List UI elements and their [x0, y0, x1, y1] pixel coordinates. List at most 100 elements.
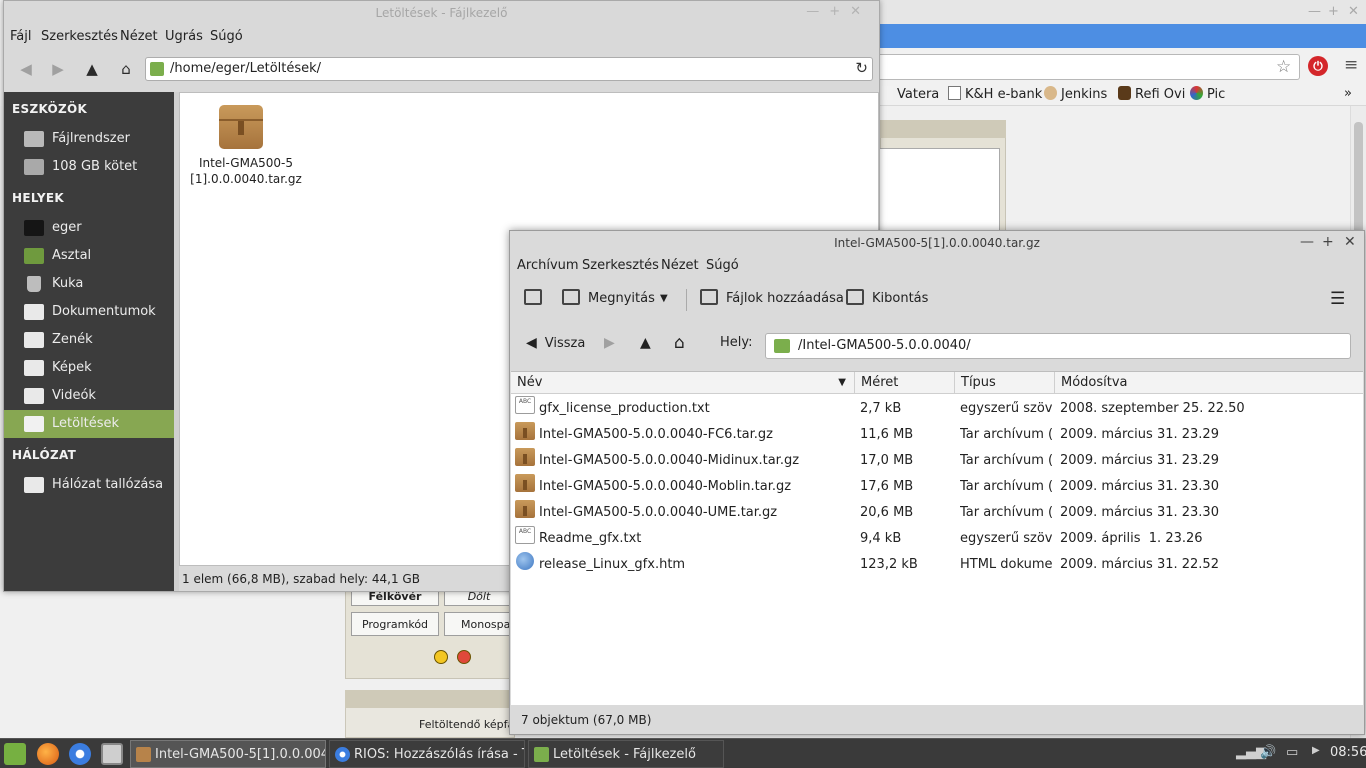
table-row[interactable]: release_Linux_gfx.htm 123,2 kB HTML doku… — [511, 552, 1363, 578]
menu-go[interactable]: Ugrás — [165, 29, 203, 44]
browser-scroll-thumb[interactable] — [1354, 122, 1363, 242]
archive-location-field[interactable]: /Intel-GMA500-5.0.0.0040/ — [765, 333, 1351, 359]
angry-smiley-icon[interactable] — [457, 650, 471, 664]
column-header-size[interactable]: Méret — [855, 372, 955, 394]
add-files-button[interactable]: Fájlok hozzáadása — [700, 286, 844, 312]
archive-file-icon — [515, 448, 535, 466]
clock[interactable]: 08:56 — [1330, 745, 1366, 760]
menu-help[interactable]: Súgó — [210, 29, 243, 44]
taskbar-window-archive[interactable]: Intel-GMA500-5[1].0.0.0040.... — [130, 740, 326, 768]
terminal-icon[interactable] — [101, 743, 123, 765]
archive-manager-window: Intel-GMA500-5[1].0.0.0040.tar.gz — + ✕ … — [509, 230, 1365, 735]
bookmark-vatera[interactable]: Vatera — [880, 86, 939, 102]
network-folder-icon — [24, 477, 44, 493]
table-row[interactable]: ABC Readme_gfx.txt 9,4 kB egyszerű szöv…… — [511, 526, 1363, 552]
close-icon[interactable]: ✕ — [1344, 234, 1356, 250]
browser-menu-icon[interactable]: ≡ — [1344, 55, 1358, 75]
menu-archive[interactable]: Archívum — [517, 258, 579, 273]
firefox-icon[interactable] — [37, 743, 59, 765]
drive-icon — [24, 159, 44, 175]
browser-maximize-icon[interactable]: + — [1328, 4, 1339, 19]
open-archive-icon — [562, 289, 580, 305]
archive-file-icon[interactable] — [219, 105, 263, 149]
column-header-name[interactable]: Név ▼ — [511, 372, 855, 394]
code-button[interactable]: Programkód — [351, 612, 439, 636]
location-bar[interactable]: /home/eger/Letöltések/ ↻ — [145, 57, 873, 81]
column-header-modified[interactable]: Módosítva — [1055, 372, 1363, 394]
toolbar-separator — [686, 289, 687, 311]
menu-edit[interactable]: Szerkesztés — [41, 29, 118, 44]
column-header-type[interactable]: Típus — [955, 372, 1055, 394]
table-row[interactable]: Intel-GMA500-5.0.0.0040-FC6.tar.gz 11,6 … — [511, 422, 1363, 448]
archive-menubar: Archívum Szerkesztés Nézet Súgó — [510, 255, 1364, 277]
monospace-button[interactable]: Monospa — [444, 612, 514, 636]
new-archive-icon — [524, 289, 542, 305]
extension-icon[interactable]: ⏻ — [1308, 56, 1328, 76]
mint-menu-icon[interactable] — [4, 743, 26, 765]
table-row[interactable]: Intel-GMA500-5.0.0.0040-Moblin.tar.gz 17… — [511, 474, 1363, 500]
browser-minimize-icon[interactable]: — — [1308, 4, 1321, 19]
file-manager-window-controls[interactable]: —+✕ — [806, 4, 871, 19]
browser-address-bar[interactable] — [880, 54, 1300, 80]
menu-view[interactable]: Nézet — [661, 258, 699, 273]
bookmark-star-icon[interactable]: ☆ — [1276, 57, 1291, 77]
browser-tab-strip[interactable] — [880, 24, 1366, 48]
maximize-icon[interactable]: + — [1322, 234, 1334, 250]
table-row[interactable]: Intel-GMA500-5.0.0.0040-UME.tar.gz 20,6 … — [511, 500, 1363, 526]
sidebar-item-volume[interactable]: 108 GB kötet — [4, 153, 174, 181]
bookmarks-overflow-chevron[interactable]: » — [1344, 86, 1352, 101]
extract-button[interactable]: Kibontás — [846, 286, 928, 312]
desktop-icon — [24, 248, 44, 264]
archive-location-path: /Intel-GMA500-5.0.0.0040/ — [798, 338, 971, 353]
home-icon[interactable]: ⌂ — [114, 57, 138, 81]
tray-menu-chevron-icon[interactable]: ▶ — [1312, 745, 1320, 756]
sidebar-item-trash[interactable]: Kuka — [4, 270, 174, 298]
sidebar-item-desktop[interactable]: Asztal — [4, 242, 174, 270]
table-row[interactable]: Intel-GMA500-5.0.0.0040-Midinux.tar.gz 1… — [511, 448, 1363, 474]
table-row[interactable]: ABC gfx_license_production.txt 2,7 kB eg… — [511, 396, 1363, 422]
up-arrow-icon[interactable]: ▲ — [640, 330, 651, 356]
reload-icon[interactable]: ↻ — [855, 59, 868, 77]
up-arrow-icon[interactable]: ▲ — [80, 57, 104, 81]
battery-icon[interactable]: ▭ — [1286, 745, 1298, 760]
home-icon[interactable]: ⌂ — [674, 330, 685, 356]
sidebar-item-home[interactable]: eger — [4, 214, 174, 242]
forward-arrow-icon[interactable]: ▶ — [604, 330, 615, 356]
open-dropdown-chevron-icon[interactable]: ▼ — [660, 286, 668, 312]
browser-close-icon[interactable]: ✕ — [1348, 4, 1359, 19]
taskbar-window-file-manager[interactable]: Letöltések - Fájlkezelő — [528, 740, 724, 768]
taskbar-window-browser[interactable]: RIOS: Hozzászólás írása - Té… — [329, 740, 525, 768]
new-archive-button[interactable] — [524, 286, 542, 312]
back-arrow-icon[interactable]: ◀ — [14, 57, 38, 81]
sidebar-item-documents[interactable]: Dokumentumok — [4, 298, 174, 326]
sidebar-item-music[interactable]: Zenék — [4, 326, 174, 354]
page-textarea[interactable] — [880, 148, 1000, 232]
sidebar-item-videos[interactable]: Videók — [4, 382, 174, 410]
menu-edit[interactable]: Szerkesztés — [582, 258, 659, 273]
add-files-icon — [700, 289, 718, 305]
forward-arrow-icon[interactable]: ▶ — [46, 57, 70, 81]
chromium-icon — [335, 747, 350, 762]
sidebar-item-browse-network[interactable]: Hálózat tallózása — [4, 471, 174, 499]
open-button[interactable]: Megnyitás — [562, 286, 655, 312]
file-icon-label[interactable]: Intel-GMA500-5 [1].0.0.0040.tar.gz — [186, 155, 306, 187]
sidebar-item-downloads[interactable]: Letöltések — [4, 410, 174, 438]
minimize-icon[interactable]: — — [1300, 234, 1314, 250]
menu-help[interactable]: Súgó — [706, 258, 739, 273]
chromium-icon[interactable] — [69, 743, 91, 765]
sidebar-item-filesystem[interactable]: Fájlrendszer — [4, 125, 174, 153]
back-button[interactable]: ◀ Vissza — [526, 330, 585, 356]
browser-titlebar — [880, 0, 1366, 24]
volume-icon[interactable]: 🔊 — [1260, 745, 1276, 760]
menu-view[interactable]: Nézet — [120, 29, 158, 44]
menu-file[interactable]: Fájl — [10, 29, 31, 44]
smiley-icon[interactable] — [434, 650, 448, 664]
bookmark-refi-ovi[interactable]: Refi Ovi — [1118, 86, 1185, 102]
view-options-icon[interactable]: ☰ — [1330, 286, 1345, 312]
bookmark-pic[interactable]: Pic — [1190, 86, 1225, 102]
extract-icon — [846, 289, 864, 305]
bookmark-jenkins[interactable]: Jenkins — [1044, 86, 1107, 102]
sidebar-item-pictures[interactable]: Képek — [4, 354, 174, 382]
bookmark-kh-ebank[interactable]: K&H e-bank — [948, 86, 1042, 102]
folder-icon — [534, 747, 549, 762]
